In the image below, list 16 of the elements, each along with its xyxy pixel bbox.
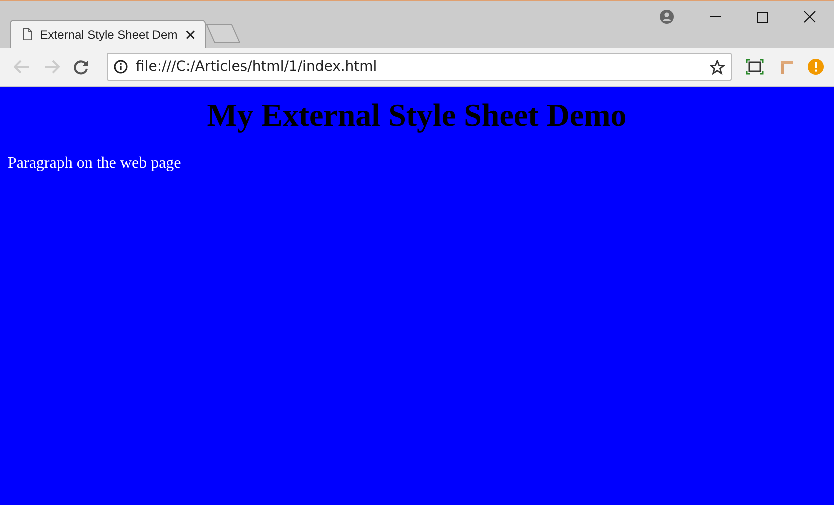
account-icon[interactable] [660,10,674,24]
screen-capture-icon[interactable] [746,59,764,75]
address-bar[interactable]: file:///C:/Articles/html/1/index.html [107,53,732,81]
info-icon[interactable] [114,60,128,74]
tab-title: External Style Sheet Dem [40,28,178,42]
star-icon[interactable] [710,60,725,74]
page-icon [23,28,32,41]
browser-tab[interactable]: External Style Sheet Dem [10,20,206,48]
close-icon[interactable] [804,11,816,23]
reload-icon[interactable] [74,60,89,74]
minimize-icon[interactable] [710,16,721,18]
page-heading: My External Style Sheet Demo [206,97,628,134]
url-text: file:///C:/Articles/html/1/index.html [136,59,378,75]
maximize-icon[interactable] [757,12,768,22]
paragraph: Paragraph on the web page [8,155,182,173]
close-icon[interactable] [186,30,195,40]
